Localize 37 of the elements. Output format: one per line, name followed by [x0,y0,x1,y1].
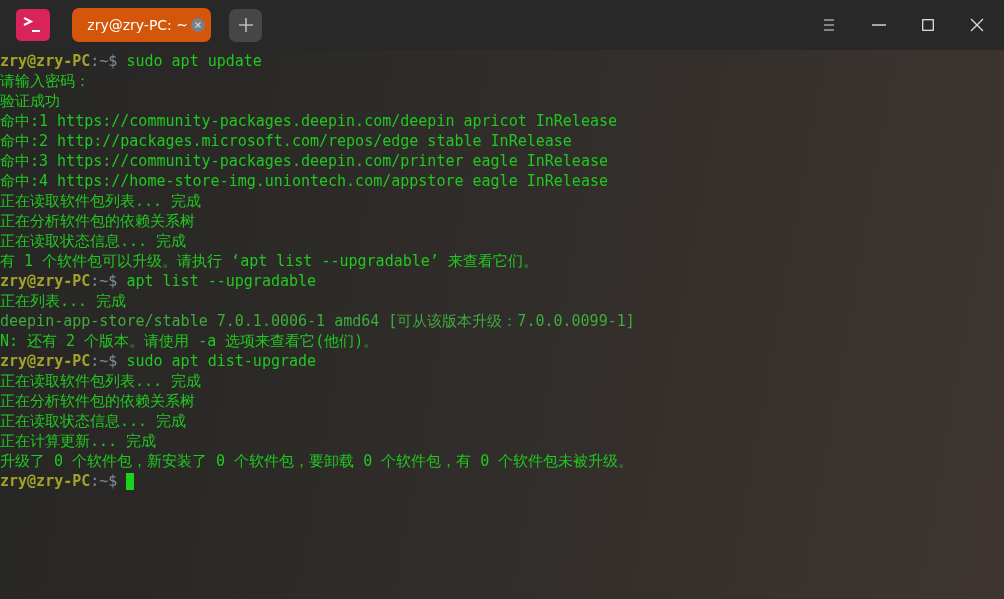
new-tab-button[interactable] [229,8,262,42]
output-line: 正在读取状态信息... 完成 [0,411,187,431]
output-line: 升级了 0 个软件包，新安装了 0 个软件包，要卸载 0 个软件包，有 0 个软件包未被升级。 [0,451,634,471]
output-line: 命中:4 https://home-store-img.uniontech.com/appstore eagle InRelease [0,171,608,191]
prompt-user: zry@zry-PC [0,471,91,491]
terminal-app-icon[interactable] [16,9,50,41]
output-line: 正在读取软件包列表... 完成 [0,371,202,391]
close-icon[interactable] [970,18,984,32]
prompt-user: zry@zry-PC [0,271,91,291]
command-text: sudo apt update [125,51,262,71]
command-text: apt list --upgradable [125,271,317,291]
output-line: 正在读取状态信息... 完成 [0,231,187,251]
output-line: 正在读取软件包列表... 完成 [0,191,202,211]
output-line: N: 还有 2 个版本。请使用 -a 选项来查看它(他们)。 [0,331,379,351]
output-line: 正在分析软件包的依赖关系树 [0,391,195,411]
command-text: sudo apt dist-upgrade [125,351,317,371]
output-line: 正在分析软件包的依赖关系树 [0,211,195,231]
prompt-path: :~$ [90,351,118,371]
output-line: 请输入密码： [0,71,90,91]
output-line: deepin-app-store/stable 7.0.1.0006-1 amd64 [可从该版本升级：7.0.0.0099-1] [0,311,635,331]
output-line: 正在计算更新... 完成 [0,431,157,451]
prompt-path: :~$ [90,471,118,491]
prompt-user: zry@zry-PC [0,351,91,371]
output-line: 验证成功 [0,91,60,111]
prompt-path: :~$ [90,51,118,71]
plus-icon [237,17,254,33]
close-tab-icon[interactable] [191,18,205,32]
output-line: 有 1 个软件包可以升级。请执行 ‘apt list --upgradable’ 来查看它们。 [0,251,538,271]
output-line: 命中:3 https://community-packages.deepin.com/printer eagle InRelease [0,151,608,171]
terminal-tab[interactable]: zry@zry-PC: ~ [72,8,211,42]
output-line: 命中:2 http://packages.microsoft.com/repos/edge stable InRelease [0,131,572,151]
maximize-icon[interactable] [922,19,934,31]
prompt-path: :~$ [90,271,118,291]
output-line: 正在列表... 完成 [0,291,127,311]
prompt-user: zry@zry-PC [0,51,91,71]
output-line: 命中:1 https://community-packages.deepin.com/deepin apricot InRelease [0,111,617,131]
menu-icon[interactable] [822,18,836,32]
